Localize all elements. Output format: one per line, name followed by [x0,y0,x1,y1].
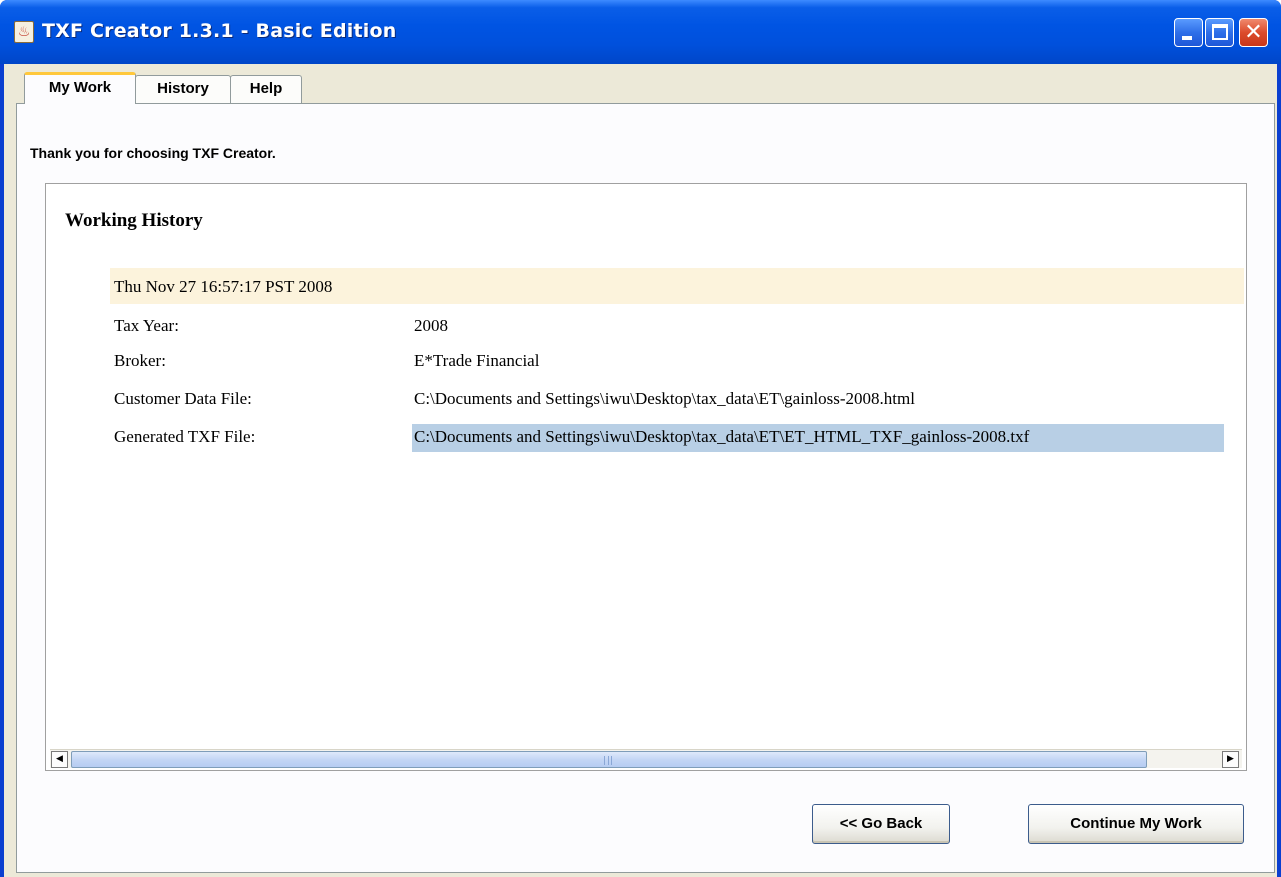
minimize-icon [1182,36,1192,40]
scroll-left-button[interactable]: ◀ [51,751,68,768]
greeting-text: Thank you for choosing TXF Creator. [30,145,276,161]
broker-value: E*Trade Financial [414,351,540,370]
title-bar[interactable]: ♨ TXF Creator 1.3.1 - Basic Edition ✕ [0,0,1281,64]
horizontal-scrollbar[interactable]: ◀ ▶ [50,749,1242,768]
minimize-button[interactable] [1174,18,1203,47]
client-area: My Work History Help Thank you for choos… [4,64,1277,877]
continue-my-work-button[interactable]: Continue My Work [1028,804,1244,844]
close-button[interactable]: ✕ [1239,18,1268,47]
tax-year-label: Tax Year: [114,316,179,335]
scroll-right-button[interactable]: ▶ [1222,751,1239,768]
tab-help[interactable]: Help [230,75,302,103]
working-history-panel: Working History Thu Nov 27 16:57:17 PST … [45,183,1247,771]
broker-label: Broker: [114,351,166,370]
window-title: TXF Creator 1.3.1 - Basic Edition [42,20,397,42]
generated-txf-file-label: Generated TXF File: [114,427,256,446]
close-icon: ✕ [1244,20,1263,45]
scrollbar-thumb[interactable] [71,751,1147,768]
generated-txf-file-value[interactable]: C:\Documents and Settings\iwu\Desktop\ta… [414,427,1029,447]
tax-year-value: 2008 [414,316,448,335]
go-back-button[interactable]: << Go Back [812,804,950,844]
customer-data-file-value[interactable]: C:\Documents and Settings\iwu\Desktop\ta… [414,389,915,409]
maximize-icon [1212,24,1228,40]
customer-data-file-label: Customer Data File: [114,389,252,408]
app-window: ♨ TXF Creator 1.3.1 - Basic Edition ✕ My… [0,0,1281,877]
tab-my-work[interactable]: My Work [24,72,136,104]
working-history-title: Working History [65,210,203,231]
grip-icon [604,756,612,765]
entry-date: Thu Nov 27 16:57:17 PST 2008 [114,277,333,296]
maximize-button[interactable] [1205,18,1234,47]
tab-history[interactable]: History [135,75,231,103]
java-cup-icon[interactable]: ♨ [14,21,34,43]
